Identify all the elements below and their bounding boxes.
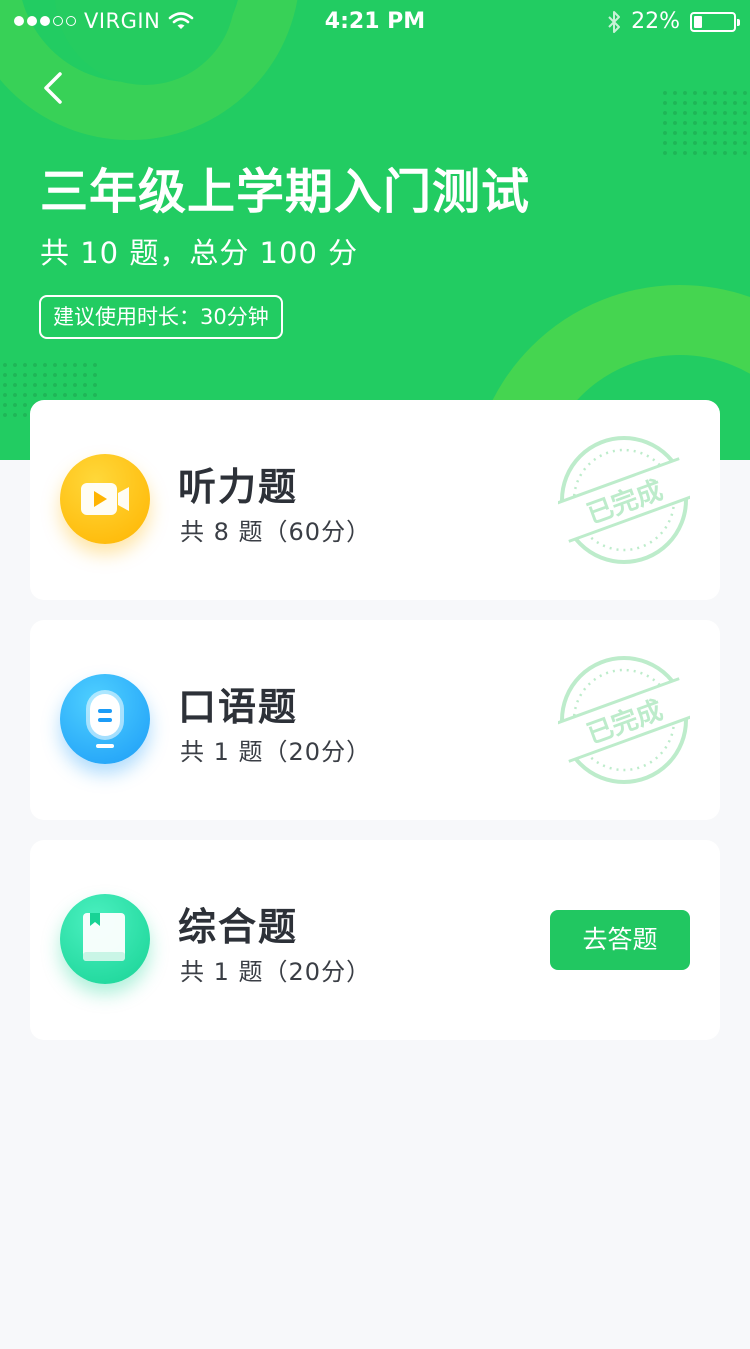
section-card-listening[interactable]: 听力题 共 8 题（60分） 已完成 [30, 400, 720, 600]
section-title: 口语题 [178, 685, 299, 729]
duration-tag: 建议使用时长：30分钟 [39, 295, 283, 339]
decor-dots [660, 88, 750, 158]
section-title: 听力题 [178, 465, 299, 509]
section-title: 综合题 [178, 905, 299, 949]
header-banner: VIRGIN 4:21 PM 22% 三年级上学期入门测试 共 10 题，总分 … [0, 0, 750, 460]
bluetooth-icon [608, 10, 621, 33]
microphone-icon [60, 674, 150, 764]
section-meta: 共 1 题（20分） [180, 958, 372, 986]
battery-icon [690, 11, 740, 32]
completed-stamp: 已完成 [554, 654, 694, 786]
book-icon [60, 894, 150, 984]
completed-stamp: 已完成 [554, 434, 694, 566]
section-card-comprehensive[interactable]: 综合题 共 1 题（20分） 去答题 [30, 840, 720, 1040]
section-meta: 共 1 题（20分） [180, 738, 372, 766]
page-title: 三年级上学期入门测试 [40, 164, 531, 220]
screen: VIRGIN 4:21 PM 22% 三年级上学期入门测试 共 10 题，总分 … [0, 0, 750, 1349]
start-answer-button[interactable]: 去答题 [550, 910, 690, 970]
video-icon [60, 454, 150, 544]
section-card-speaking[interactable]: 口语题 共 1 题（20分） 已完成 [30, 620, 720, 820]
battery-percent: 22% [631, 9, 680, 34]
page-subtitle: 共 10 题，总分 100 分 [40, 236, 359, 270]
status-bar: VIRGIN 4:21 PM 22% [0, 0, 750, 44]
section-meta: 共 8 题（60分） [180, 518, 372, 546]
back-chevron-icon[interactable] [36, 66, 72, 110]
